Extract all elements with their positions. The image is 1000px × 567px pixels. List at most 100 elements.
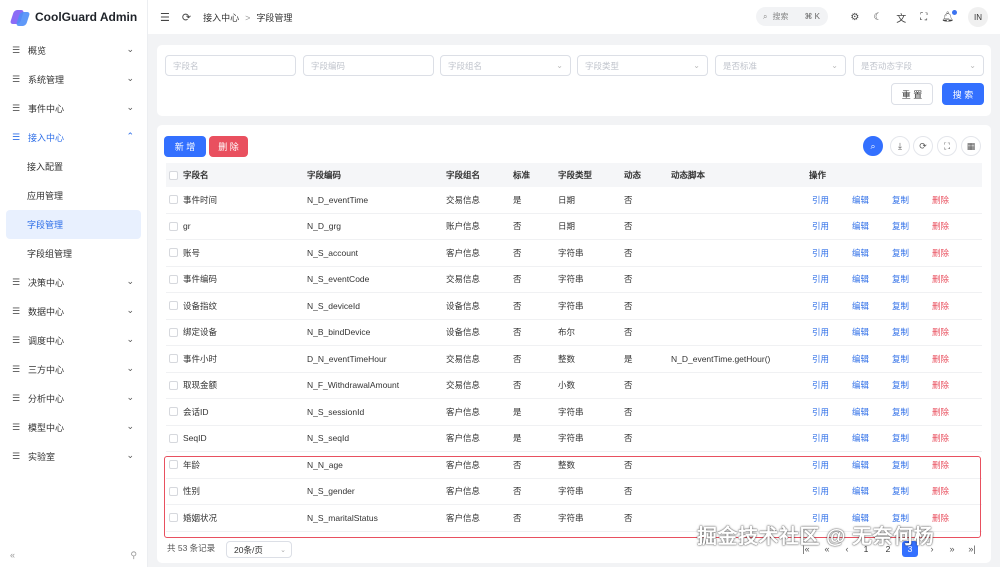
copy-link[interactable]: 复制	[892, 194, 909, 206]
delete-link[interactable]: 删除	[932, 300, 949, 312]
add-button[interactable]: 新 增	[164, 136, 206, 157]
sidebar-item-analysis[interactable]: ☰ 分析中心 ⌄	[0, 384, 147, 413]
menu-toggle-icon[interactable]: ☰	[160, 11, 170, 24]
is-dynamic-select[interactable]: 是否动态字段 ⌄	[853, 55, 984, 76]
copy-link[interactable]: 复制	[892, 485, 909, 497]
delete-link[interactable]: 删除	[932, 459, 949, 471]
select-all-checkbox[interactable]	[169, 170, 178, 180]
sidebar-item-events[interactable]: ☰ 事件中心 ⌄	[0, 94, 147, 123]
sidebar-item-data[interactable]: ☰ 数据中心 ⌄	[0, 297, 147, 326]
edit-link[interactable]: 编辑	[852, 300, 869, 312]
page-size-select[interactable]: 20条/页 ⌄	[226, 541, 292, 558]
field-code-input[interactable]: 字段编码	[303, 55, 434, 76]
copy-link[interactable]: 复制	[892, 273, 909, 285]
edit-link[interactable]: 编辑	[852, 273, 869, 285]
delete-link[interactable]: 删除	[932, 247, 949, 259]
sidebar-item-access[interactable]: ☰ 接入中心 ⌃	[0, 123, 147, 152]
row-checkbox[interactable]	[169, 195, 178, 205]
edit-link[interactable]: 编辑	[852, 406, 869, 418]
delete-link[interactable]: 删除	[932, 353, 949, 365]
refresh-icon[interactable]: ⟳	[913, 136, 933, 156]
row-checkbox[interactable]	[169, 221, 178, 231]
row-checkbox[interactable]	[169, 327, 178, 337]
copy-link[interactable]: 复制	[892, 326, 909, 338]
field-type-select[interactable]: 字段类型 ⌄	[577, 55, 708, 76]
reference-link[interactable]: 引用	[812, 300, 829, 312]
sidebar-item-system[interactable]: ☰ 系统管理 ⌄	[0, 65, 147, 94]
delete-link[interactable]: 删除	[932, 326, 949, 338]
column-settings-icon[interactable]: ▦	[961, 136, 981, 156]
reset-button[interactable]: 重 置	[891, 83, 933, 105]
collapse-sidebar-icon[interactable]: «	[10, 550, 15, 561]
edit-link[interactable]: 编辑	[852, 353, 869, 365]
sidebar-item-schedule[interactable]: ☰ 调度中心 ⌄	[0, 326, 147, 355]
edit-link[interactable]: 编辑	[852, 326, 869, 338]
sidebar-subitem-field-management[interactable]: 字段管理	[6, 210, 141, 239]
delete-link[interactable]: 删除	[932, 432, 949, 444]
copy-link[interactable]: 复制	[892, 459, 909, 471]
row-checkbox[interactable]	[169, 274, 178, 284]
reference-link[interactable]: 引用	[812, 194, 829, 206]
dark-mode-icon[interactable]: ☾	[873, 12, 882, 23]
delete-link[interactable]: 删除	[932, 485, 949, 497]
sidebar-item-third-party[interactable]: ☰ 三方中心 ⌄	[0, 355, 147, 384]
reference-link[interactable]: 引用	[812, 326, 829, 338]
fullscreen-icon[interactable]: ⛶	[937, 136, 957, 156]
reference-link[interactable]: 引用	[812, 485, 829, 497]
sidebar-subitem-app-management[interactable]: 应用管理	[0, 181, 147, 210]
edit-link[interactable]: 编辑	[852, 220, 869, 232]
row-checkbox[interactable]	[169, 460, 178, 470]
row-checkbox[interactable]	[169, 433, 178, 443]
copy-link[interactable]: 复制	[892, 220, 909, 232]
fullscreen-icon[interactable]: ⛶	[920, 12, 927, 23]
next-group-icon[interactable]: »	[945, 541, 959, 557]
copy-link[interactable]: 复制	[892, 406, 909, 418]
field-group-select[interactable]: 字段组名 ⌄	[440, 55, 571, 76]
pin-icon[interactable]: ⚲	[130, 550, 137, 561]
copy-link[interactable]: 复制	[892, 300, 909, 312]
avatar[interactable]: IN	[968, 7, 988, 27]
reference-link[interactable]: 引用	[812, 353, 829, 365]
row-checkbox[interactable]	[169, 513, 178, 523]
edit-link[interactable]: 编辑	[852, 379, 869, 391]
delete-link[interactable]: 删除	[932, 220, 949, 232]
edit-link[interactable]: 编辑	[852, 194, 869, 206]
edit-link[interactable]: 编辑	[852, 247, 869, 259]
sidebar-item-lab[interactable]: ☰ 实验室 ⌄	[0, 442, 147, 471]
sidebar-subitem-field-group-management[interactable]: 字段组管理	[0, 239, 147, 268]
settings-icon[interactable]: ⚙	[850, 12, 859, 23]
reference-link[interactable]: 引用	[812, 379, 829, 391]
reference-link[interactable]: 引用	[812, 220, 829, 232]
sidebar-item-overview[interactable]: ☰ 概览 ⌄	[0, 36, 147, 65]
row-checkbox[interactable]	[169, 354, 178, 364]
copy-link[interactable]: 复制	[892, 353, 909, 365]
last-page-icon[interactable]: »|	[965, 541, 979, 557]
search-button[interactable]: 搜 索	[942, 83, 984, 105]
field-name-input[interactable]: 字段名	[165, 55, 296, 76]
sidebar-item-decision[interactable]: ☰ 决策中心 ⌄	[0, 268, 147, 297]
refresh-icon[interactable]: ⟳	[182, 11, 191, 24]
sidebar-subitem-access-config[interactable]: 接入配置	[0, 152, 147, 181]
row-checkbox[interactable]	[169, 301, 178, 311]
search-toggle-icon[interactable]: ⌕	[863, 136, 883, 156]
global-search[interactable]: ⌕ 搜索 ⌘ K	[756, 7, 828, 26]
delete-link[interactable]: 删除	[932, 379, 949, 391]
bulk-delete-button[interactable]: 删 除	[209, 136, 248, 157]
row-checkbox[interactable]	[169, 486, 178, 496]
notification-bell-icon[interactable]: 🔔︎	[941, 9, 957, 23]
row-checkbox[interactable]	[169, 380, 178, 390]
row-checkbox[interactable]	[169, 407, 178, 417]
reference-link[interactable]: 引用	[812, 273, 829, 285]
reference-link[interactable]: 引用	[812, 406, 829, 418]
delete-link[interactable]: 删除	[932, 194, 949, 206]
copy-link[interactable]: 复制	[892, 379, 909, 391]
is-standard-select[interactable]: 是否标准 ⌄	[715, 55, 846, 76]
edit-link[interactable]: 编辑	[852, 432, 869, 444]
copy-link[interactable]: 复制	[892, 247, 909, 259]
logo[interactable]: CoolGuard Admin	[0, 0, 147, 34]
download-icon[interactable]: ⤓	[890, 136, 910, 156]
reference-link[interactable]: 引用	[812, 432, 829, 444]
reference-link[interactable]: 引用	[812, 459, 829, 471]
delete-link[interactable]: 删除	[932, 273, 949, 285]
edit-link[interactable]: 编辑	[852, 485, 869, 497]
